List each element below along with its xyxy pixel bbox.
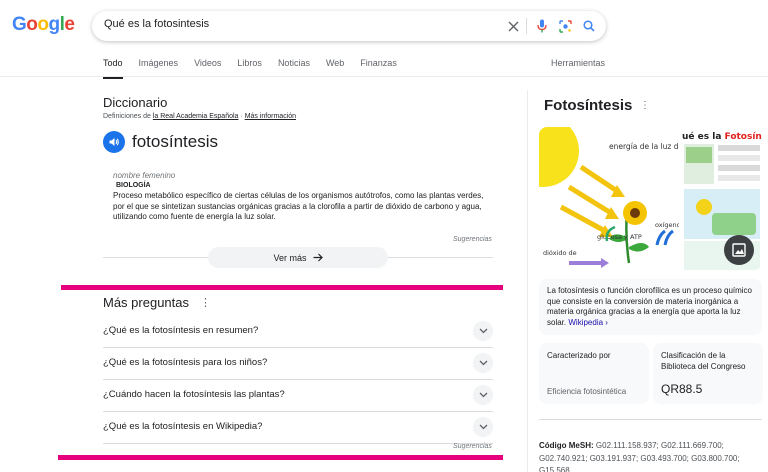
search-input[interactable] [104,18,484,30]
knowledge-panel-title: Fotosíntesis [544,97,633,114]
energy-label: energía de la luz del Sol [609,142,679,151]
rae-link[interactable]: la Real Academia Española [153,113,239,120]
knowledge-panel-description: La fotosíntesis o función clorofílica es… [539,279,762,335]
source-prefix: Definiciones de [103,113,151,120]
question-text: ¿Qué es la fotosíntesis en Wikipedia? [103,421,263,432]
more-info-link[interactable]: Más información [245,113,296,120]
field-label: BIOLOGÍA [116,182,151,189]
question-text: ¿Cuándo hacen la fotosíntesis las planta… [103,389,285,400]
mesh-code: Código MeSH: G02.111.158.937; G02.111.66… [539,440,764,472]
fact-card[interactable]: Caracterizado por Eficiencia fotosintéti… [539,343,649,404]
logo-letter: g [48,14,61,35]
mic-icon[interactable] [533,17,551,35]
image-label-energy: energía de la luz del Sol [609,142,679,151]
see-more-button[interactable]: Ver más [208,247,388,268]
logo-letter: e [64,14,75,35]
speaker-icon[interactable] [103,131,125,153]
chevron-down-icon[interactable] [473,321,493,341]
dictionary-word: fotosíntesis [132,132,218,151]
tools-button[interactable]: Herramientas [551,58,605,68]
logo-letter: o [37,14,49,35]
fact-label: Clasificación de la Biblioteca del Congr… [661,351,746,371]
header-divider [0,76,768,77]
image-search-icon [724,235,754,265]
question-text: ¿Qué es la fotosíntesis para los niños? [103,357,268,368]
question-item[interactable]: ¿Qué es la fotosíntesis en resumen? [103,316,493,348]
suggestions-label[interactable]: Sugerencias [453,236,492,243]
google-logo[interactable]: Google [12,14,75,36]
chevron-down-icon[interactable] [473,353,493,373]
panel-divider [527,90,528,472]
image-label-oxygen: oxígeno [655,221,679,229]
svg-text:ué es la Fotosínte: ué es la Fotosínte [682,131,762,142]
image-label-glucose: glucosa y ATP [597,233,642,241]
logo-letter: o [26,14,38,35]
fact-card[interactable]: Clasificación de la Biblioteca del Congr… [653,343,763,404]
question-item[interactable]: ¿Qué es la fotosíntesis para los niños? [103,348,493,380]
divider [526,18,527,34]
search-box[interactable] [92,11,606,41]
photosynthesis-diagram-image[interactable]: energía de la luz del Sol oxígeno glucos… [539,127,679,270]
highlight-bar [58,455,503,460]
infographic-title-red: Fotosínte [725,132,762,142]
suggestions-label[interactable]: Sugerencias [453,443,492,450]
definition-text: Proceso metabólico específico de ciertas… [113,191,484,221]
lens-icon[interactable] [556,17,574,35]
chevron-down-icon[interactable] [473,417,493,437]
fact-value: QR88.5 [661,382,703,396]
arrow-right-icon [313,253,323,262]
fact-value: Eficiencia fotosintética [547,387,627,396]
close-icon[interactable] [504,17,522,35]
chevron-right-icon: › [603,317,608,327]
divider [539,419,762,420]
more-options-icon[interactable]: ⋮ [200,296,211,309]
more-questions-title: Más preguntas [103,295,189,310]
dictionary-source: Definiciones de la Real Academia Español… [103,113,296,120]
fact-label: Caracterizado por [547,351,611,360]
see-more-label: Ver más [273,252,307,263]
infographic-title: ué es la [682,131,725,142]
more-options-icon[interactable]: ⋮ [640,100,650,111]
chevron-down-icon[interactable] [473,385,493,405]
wikipedia-link[interactable]: Wikipedia [568,318,603,327]
question-text: ¿Qué es la fotosíntesis en resumen? [103,325,259,336]
mesh-label: Código MeSH: [539,441,594,450]
photosynthesis-infographic-image[interactable]: ué es la Fotosínte [682,127,762,270]
dictionary-title: Diccionario [103,95,168,110]
question-item[interactable]: ¿Cuándo hacen la fotosíntesis las planta… [103,380,493,412]
search-icon[interactable] [580,17,598,35]
highlight-bar [61,285,503,290]
grammar-label: nombre femenino [113,171,176,180]
image-label-co2: dióxido de [543,249,577,257]
logo-letter: G [12,14,27,35]
question-item[interactable]: ¿Qué es la fotosíntesis en Wikipedia? [103,412,493,444]
